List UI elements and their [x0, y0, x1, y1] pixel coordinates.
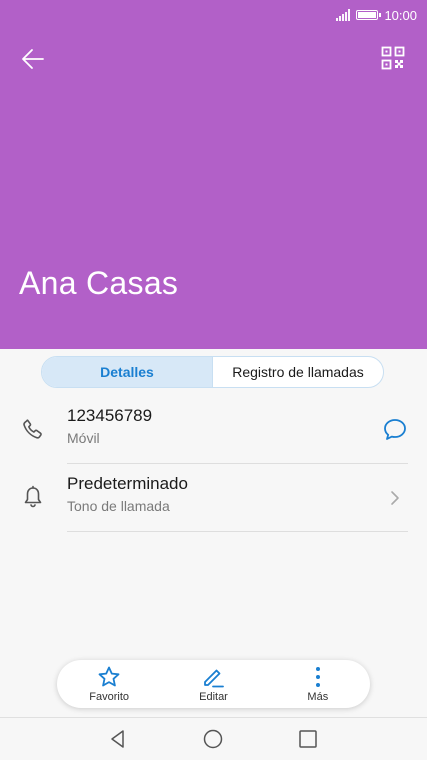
message-icon	[384, 419, 406, 440]
square-recents-icon	[299, 730, 317, 748]
phone-icon	[20, 416, 46, 442]
back-button[interactable]	[16, 42, 50, 76]
contact-header: 10:00 Ana Casas	[0, 0, 427, 349]
detail-tabs: Detalles Registro de llamadas	[41, 356, 384, 388]
star-icon	[98, 666, 120, 687]
triangle-back-icon	[111, 730, 124, 748]
more-button[interactable]: Más	[278, 665, 358, 703]
ringtone-row[interactable]: Predeterminado Tono de llamada	[0, 464, 427, 532]
tab-registro-llamadas[interactable]: Registro de llamadas	[213, 357, 383, 387]
status-time: 10:00	[384, 7, 417, 23]
edit-icon	[204, 669, 225, 688]
row-divider	[67, 531, 408, 532]
send-message-button[interactable]	[381, 416, 409, 444]
chevron-right-icon	[381, 484, 409, 512]
favorite-button[interactable]: Favorito	[69, 665, 149, 703]
arrow-left-icon	[22, 49, 44, 69]
edit-label: Editar	[199, 691, 228, 703]
contact-name: Ana Casas	[19, 265, 179, 301]
nav-home-button[interactable]	[202, 728, 224, 750]
phone-number: 123456789	[67, 406, 153, 425]
nav-recents-button[interactable]	[297, 728, 319, 750]
bottom-action-bar: Favorito Editar Más	[57, 660, 370, 708]
bell-icon	[20, 484, 46, 510]
phone-type: Móvil	[67, 430, 100, 446]
circle-home-icon	[203, 729, 223, 749]
favorite-label: Favorito	[89, 691, 130, 703]
ringtone-value: Predeterminado	[67, 474, 188, 493]
signal-icon	[336, 9, 351, 21]
more-vertical-icon	[315, 667, 320, 687]
status-bar: 10:00	[336, 6, 417, 24]
nav-back-button[interactable]	[107, 728, 129, 750]
ringtone-label: Tono de llamada	[67, 498, 170, 514]
tab-detalles[interactable]: Detalles	[42, 357, 213, 387]
edit-button[interactable]: Editar	[173, 665, 253, 703]
qr-code-icon	[381, 46, 405, 70]
battery-icon	[356, 10, 382, 20]
phone-number-row[interactable]: 123456789 Móvil	[0, 396, 427, 464]
qr-code-button[interactable]	[377, 42, 409, 74]
more-label: Más	[307, 691, 329, 703]
system-nav-bar	[0, 717, 427, 760]
